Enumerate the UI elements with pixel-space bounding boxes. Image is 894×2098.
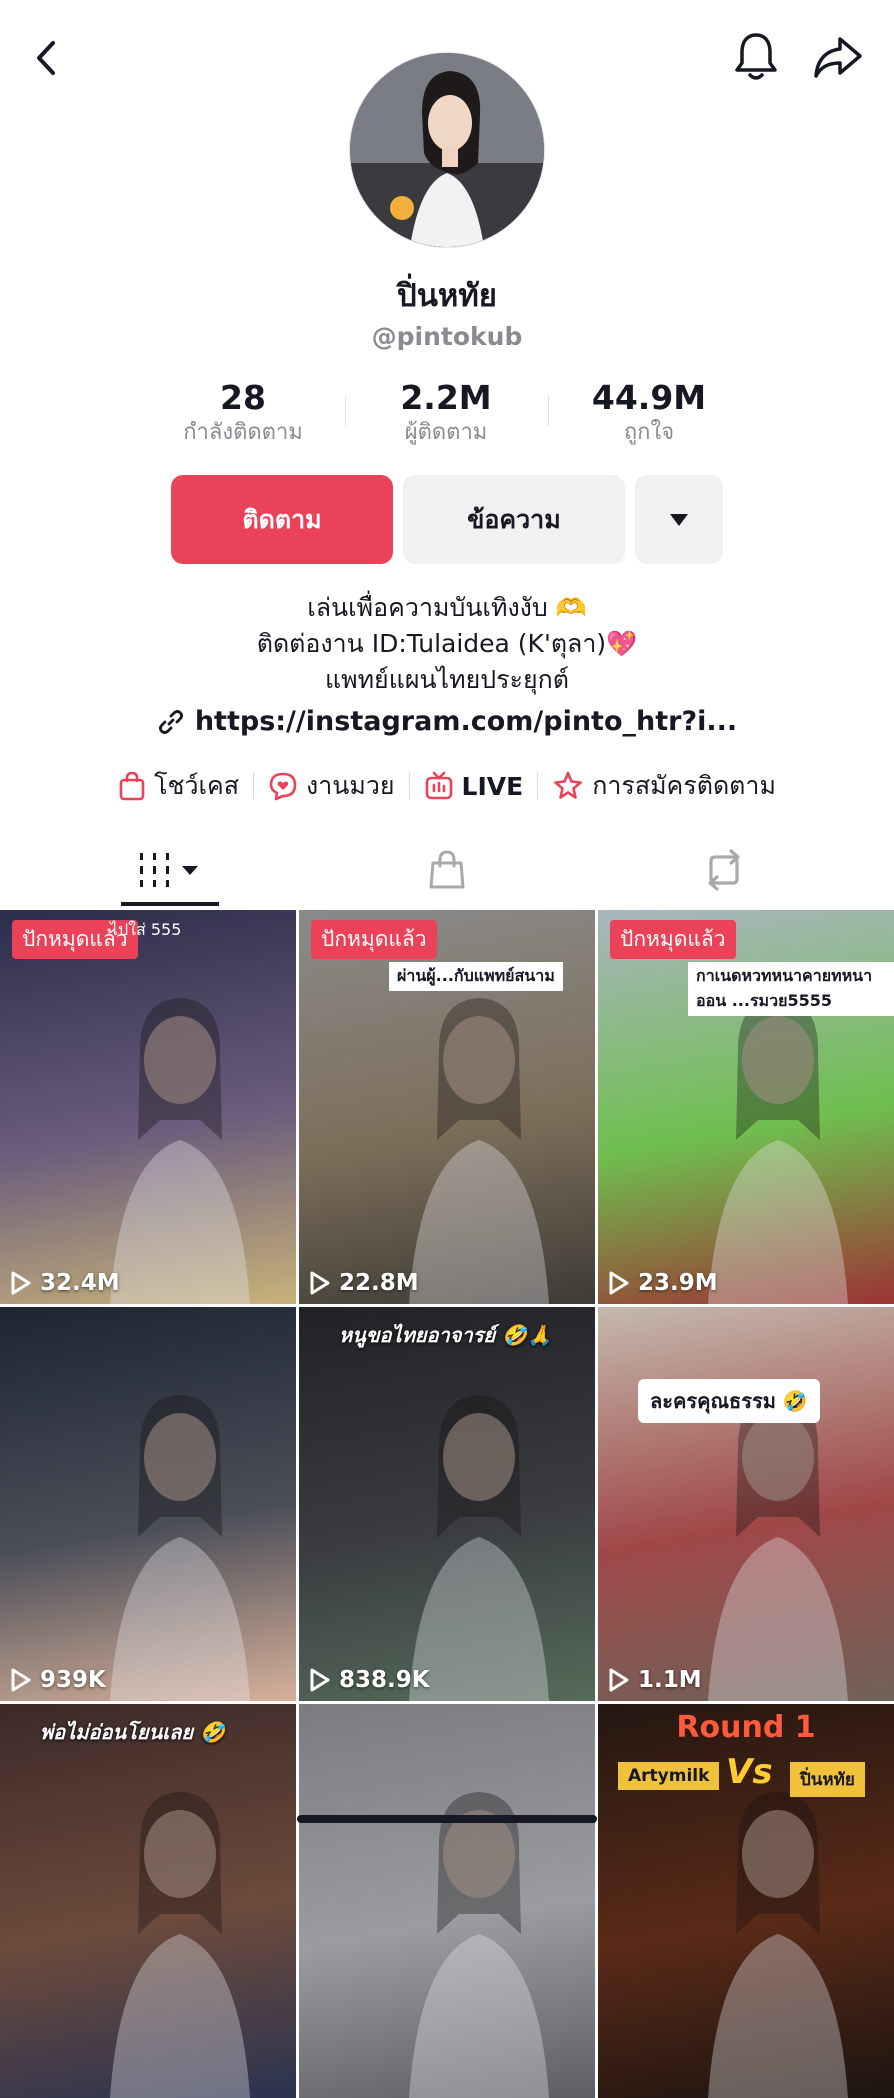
active-tab-indicator [121,902,219,906]
stat-followers[interactable]: 2.2M ผู้ติดตาม [346,378,546,448]
thumbnail-caption: กาเนดหวทหนาคายทหนาออน ...รมวย5555 [688,962,894,1016]
live-tv-icon [425,771,452,800]
avatar[interactable] [349,52,545,248]
thumbnail-image [110,998,250,1304]
stat-followers-value: 2.2M [400,378,492,417]
view-count: 1.1M [608,1667,702,1693]
chip-showcase[interactable]: โชว์เคส [104,766,253,806]
chip-subscription-label: การสมัครติดตาม [592,771,776,800]
stat-followers-label: ผู้ติดตาม [404,420,488,445]
bio-line-3: แพทย์แผนไทยประยุกต์ [324,665,570,694]
thumbnail-caption: Round 1 [676,1710,816,1745]
view-count: 23.9M [608,1270,718,1296]
display-name: ปิ่นหทัย [397,278,497,314]
view-count: 939K [10,1667,106,1693]
stat-following-label: กำลังติดตาม [183,420,303,445]
view-count-text: 1.1M [638,1667,702,1693]
play-icon [609,1668,629,1692]
grid-icon [140,853,198,887]
chip-live[interactable]: LIVE [410,771,538,801]
bio-line-2: ติดต่องาน ID:Tulaidea (K'ตุลา)💖 [256,629,638,658]
chip-live-label: LIVE [461,771,524,801]
video-thumbnail[interactable]: ปักหมุดแล้ว ไปใส่ 555 32.4M [0,910,296,1304]
video-thumbnail[interactable]: 939K [0,1307,296,1701]
shopping-bag-icon [119,771,145,801]
notifications-button[interactable] [730,28,782,84]
home-indicator [297,1815,597,1823]
stat-following[interactable]: 28 กำลังติดตาม [143,378,343,448]
view-count-text: 939K [40,1667,106,1693]
chevron-left-icon [37,41,55,75]
chip-showcase-label: โชว์เคส [154,771,240,800]
thumbnail-image [110,1792,250,2098]
chip-boxing-event-label: งานมวย [306,771,395,800]
vs-right-name: ปิ่นหทัย [790,1762,865,1797]
video-thumbnail[interactable]: ปักหมุดแล้ว กาเนดหวทหนาคายทหนาออน ...รมวย… [598,910,894,1304]
video-thumbnail[interactable] [299,1704,595,2098]
vs-left-name: Artymilk [618,1762,720,1790]
play-icon [310,1271,330,1295]
bio-link[interactable]: https://instagram.com/pinto_htr?i... [0,706,894,737]
view-count: 838.9K [309,1667,430,1693]
tab-videos[interactable] [21,830,319,910]
link-icon [158,709,183,734]
thumbnail-caption: พ่อไม่อ่อนโยนเลย 🤣 [40,1720,225,1744]
avatar-image [350,53,544,247]
chat-heart-icon [269,772,297,801]
thumbnail-caption: ไปใส่ 555 [110,920,182,939]
stat-likes-value: 44.9M [591,378,707,417]
video-thumbnail[interactable]: พ่อไม่อ่อนโยนเลย 🤣 [0,1704,296,2098]
view-count-text: 22.8M [339,1270,419,1296]
caret-down-icon [670,513,688,526]
pinned-badge: ปักหมุดแล้ว [311,920,437,959]
tab-shop[interactable] [298,830,596,910]
bell-icon [735,33,777,80]
thumbnail-caption: หนูขอไทยอาจารย์ 🤣🙏 [339,1323,552,1347]
bio-link-text: https://instagram.com/pinto_htr?i... [194,706,738,737]
vs-label: Vs [726,1752,773,1792]
share-icon [814,37,862,78]
bio-line-1: เล่นเพื่อความบันเทิงงับ 🫶 [307,593,587,622]
suggested-accounts-button[interactable] [635,475,723,564]
content-tabs [0,830,894,910]
back-button[interactable] [22,34,70,82]
share-button[interactable] [808,30,868,86]
chip-boxing-event[interactable]: งานมวย [254,766,409,806]
pinned-badge: ปักหมุดแล้ว [610,920,736,959]
thumbnail-image [409,1395,549,1701]
stat-following-value: 28 [220,378,266,417]
video-thumbnail[interactable]: ปักหมุดแล้วผ่านผู้...กับแพทย์สนาม 22.8M [299,910,595,1304]
view-count: 32.4M [10,1270,120,1296]
repost-icon [708,849,740,891]
star-subscribe-icon [554,771,583,799]
video-thumbnail[interactable]: Round 1 Artymilk Vs ปิ่นหทัย [598,1704,894,2098]
stat-likes[interactable]: 44.9M ถูกใจ [549,378,749,448]
thumbnail-caption: ผ่านผู้...กับแพทย์สนาม [389,962,563,991]
message-button[interactable]: ข้อความ [403,475,625,564]
view-count: 22.8M [309,1270,419,1296]
play-icon [11,1668,31,1692]
video-thumbnail[interactable]: หนูขอไทยอาจารย์ 🤣🙏 838.9K [299,1307,595,1701]
thumbnail-image [708,1395,848,1701]
video-thumbnail[interactable]: ละครคุณธรรม 🤣 1.1M [598,1307,894,1701]
chip-subscription[interactable]: การสมัครติดตาม [538,766,790,806]
bag-icon [429,850,465,889]
play-icon [11,1271,31,1295]
thumbnail-image [409,1792,549,2098]
view-count-text: 838.9K [339,1667,430,1693]
view-count-text: 32.4M [40,1270,120,1296]
thumbnail-caption: ละครคุณธรรม 🤣 [638,1379,820,1423]
tab-reposts[interactable] [575,830,873,910]
stat-likes-label: ถูกใจ [623,420,675,445]
follow-button[interactable]: ติดตาม [171,475,393,564]
thumbnail-image [110,1395,250,1701]
profile-chips: โชว์เคส งานมวย LIVE การสมัครติดตาม [0,766,894,806]
username: @pintokub [371,322,523,351]
view-count-text: 23.9M [638,1270,718,1296]
play-icon [310,1668,330,1692]
video-grid: ปักหมุดแล้ว ไปใส่ 555 32.4M ปักหมุดแล้วผ่าน… [0,910,894,2098]
play-icon [609,1271,629,1295]
